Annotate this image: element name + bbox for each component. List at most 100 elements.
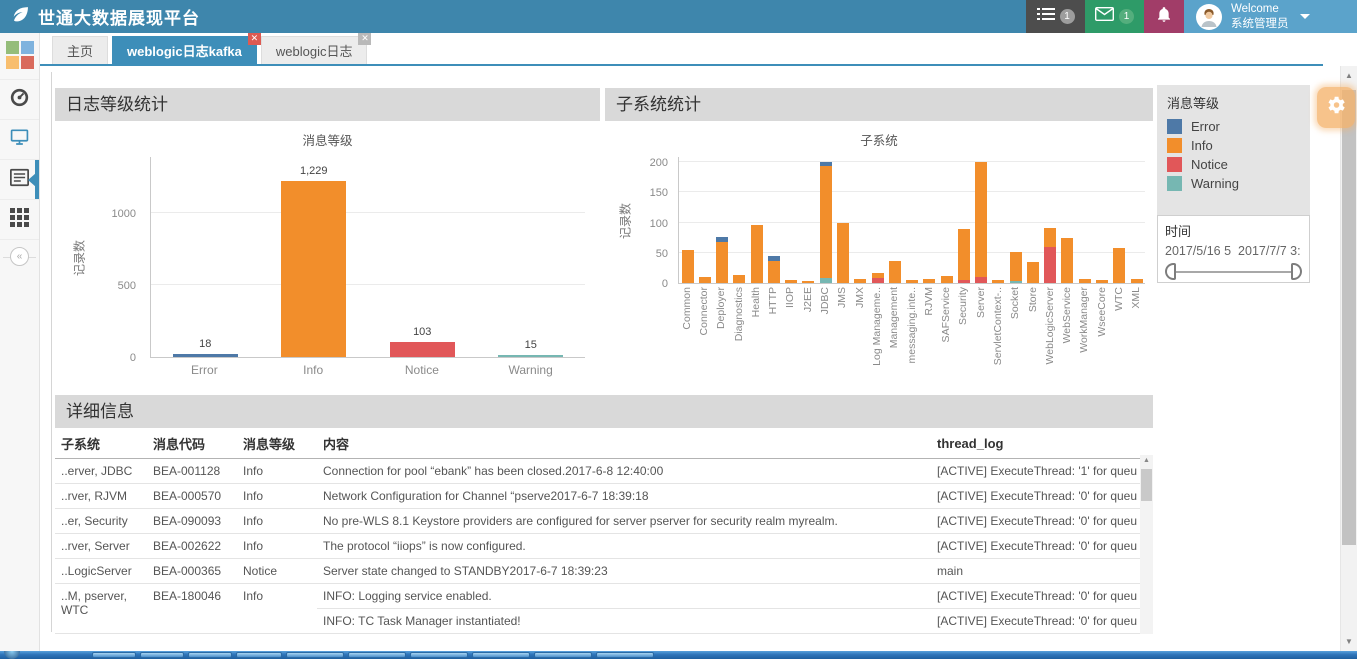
scroll-up-icon[interactable]: ▲ (1341, 68, 1357, 83)
taskbar-window-button[interactable] (140, 652, 184, 658)
page-scrollbar-thumb[interactable] (1342, 90, 1356, 545)
segment-info (1131, 279, 1143, 283)
table-header-cell[interactable]: 消息等级 (237, 428, 317, 459)
x-category-label: RJVM (923, 287, 935, 316)
legend-item-notice[interactable]: Notice (1167, 157, 1300, 172)
table-cell: BEA-180046 (147, 584, 237, 634)
scroll-up-icon[interactable]: ▲ (1140, 455, 1153, 467)
bar-info[interactable] (281, 181, 346, 357)
logo-grid-icon[interactable] (6, 41, 34, 69)
stacked-bar[interactable] (1079, 279, 1091, 283)
table-row[interactable]: ..er, SecurityBEA-090093InfoNo pre-WLS 8… (55, 509, 1140, 534)
legend-swatch (1167, 157, 1182, 172)
stacked-bar[interactable] (682, 250, 694, 283)
table-row[interactable]: ..M, pserver, WTCBEA-180046InfoINFO: Log… (55, 584, 1140, 609)
bar-error[interactable] (173, 354, 238, 357)
table-header-cell[interactable]: 内容 (317, 428, 931, 459)
sidebar-collapse-button[interactable]: « (0, 239, 39, 273)
stacked-bar[interactable] (1061, 238, 1073, 283)
chevron-down-icon[interactable] (1300, 14, 1310, 19)
table-header-cell[interactable]: 消息代码 (147, 428, 237, 459)
settings-button[interactable] (1317, 87, 1355, 128)
stacked-bar[interactable] (889, 261, 901, 283)
table-row[interactable]: ..rver, RJVMBEA-000570InfoNetwork Config… (55, 484, 1140, 509)
bar-notice[interactable] (390, 342, 455, 357)
notifications-button[interactable] (1144, 0, 1184, 33)
tab-weblogic[interactable]: weblogic日志 ✕ (261, 36, 368, 64)
stacked-bar[interactable] (820, 162, 832, 283)
slider-handle-start[interactable] (1165, 263, 1176, 280)
user-menu[interactable]: Welcome 系统管理员 (1184, 0, 1330, 33)
stacked-bar[interactable] (837, 223, 849, 283)
stacked-bar[interactable] (716, 237, 728, 283)
table-header-cell[interactable]: 子系统 (55, 428, 147, 459)
segment-info (682, 250, 694, 283)
sidebar-item-apps[interactable] (0, 199, 39, 239)
legend-swatch (1167, 176, 1182, 191)
taskbar-window-button[interactable] (92, 652, 136, 658)
stacked-bar[interactable] (751, 225, 763, 283)
close-icon[interactable]: ✕ (358, 32, 371, 45)
table-row[interactable]: ..LogicServerBEA-000365NoticeServer stat… (55, 559, 1140, 584)
y-tick-label: 150 (650, 187, 668, 199)
taskbar-window-button[interactable] (410, 652, 468, 658)
taskbar-window-button[interactable] (472, 652, 530, 658)
stacked-bar[interactable] (1027, 262, 1039, 283)
stacked-bar[interactable] (1010, 252, 1022, 283)
table-cell: ..er, Security (55, 509, 147, 534)
taskbar-window-button[interactable] (188, 652, 232, 658)
table-header-cell[interactable]: thread_log (931, 428, 1140, 459)
sidebar-item-reports[interactable] (0, 159, 39, 199)
table-row[interactable]: ..rver, ServerBEA-002622InfoThe protocol… (55, 534, 1140, 559)
stacked-bar[interactable] (975, 162, 987, 283)
x-category-label: HTTP (767, 287, 779, 314)
taskbar-window-button[interactable] (286, 652, 344, 658)
stacked-bar[interactable] (733, 275, 745, 283)
taskbar-window-button[interactable] (534, 652, 592, 658)
table-row[interactable]: ..erver, JDBCBEA-001128InfoConnection fo… (55, 459, 1140, 484)
legend-item-warning[interactable]: Warning (1167, 176, 1300, 191)
stacked-bar[interactable] (958, 229, 970, 283)
stacked-bar[interactable] (923, 279, 935, 283)
scroll-down-icon[interactable]: ▼ (1341, 634, 1357, 649)
segment-info (992, 280, 1004, 283)
segment-info (958, 229, 970, 280)
stacked-bar[interactable] (768, 256, 780, 283)
stacked-bar[interactable] (1113, 248, 1125, 283)
segment-info (975, 162, 987, 277)
bar-warning[interactable] (498, 355, 563, 358)
stacked-bar[interactable] (802, 281, 814, 283)
segment-notice (975, 277, 987, 283)
sidebar-item-dashboard[interactable] (0, 79, 39, 119)
stacked-bar[interactable] (785, 280, 797, 283)
stacked-bar[interactable] (906, 280, 918, 283)
stacked-bar[interactable] (854, 279, 866, 283)
stacked-bar[interactable] (1044, 228, 1056, 283)
stacked-bar[interactable] (1096, 280, 1108, 283)
tab-home[interactable]: 主页 (52, 36, 108, 64)
mail-button[interactable]: 1 (1085, 0, 1144, 33)
table-scrollbar-thumb[interactable] (1141, 469, 1152, 501)
tab-weblogic-kafka[interactable]: weblogic日志kafka ✕ (112, 36, 257, 64)
taskbar-window-button[interactable] (596, 652, 654, 658)
close-icon[interactable]: ✕ (248, 32, 261, 45)
taskbar-window-button[interactable] (348, 652, 406, 658)
taskbar-window-button[interactable] (236, 652, 282, 658)
page-scrollbar[interactable]: ▲ ▼ (1340, 66, 1357, 651)
stacked-bar[interactable] (699, 277, 711, 283)
table-scrollbar[interactable]: ▲ (1140, 455, 1153, 634)
stacked-bar[interactable] (872, 273, 884, 283)
time-range-slider (1165, 262, 1302, 282)
windows-taskbar[interactable] (0, 651, 1357, 659)
segment-info (1010, 252, 1022, 282)
stacked-bar[interactable] (992, 280, 1004, 283)
slider-handle-end[interactable] (1291, 263, 1302, 280)
sidebar-item-screens[interactable] (0, 119, 39, 159)
stacked-bar[interactable] (941, 276, 953, 283)
task-list-button[interactable]: 1 (1026, 0, 1085, 33)
tab-underline (40, 64, 1323, 66)
stacked-bar[interactable] (1131, 279, 1143, 283)
legend-item-info[interactable]: Info (1167, 138, 1300, 153)
legend-item-error[interactable]: Error (1167, 119, 1300, 134)
start-button[interactable] (4, 651, 20, 659)
